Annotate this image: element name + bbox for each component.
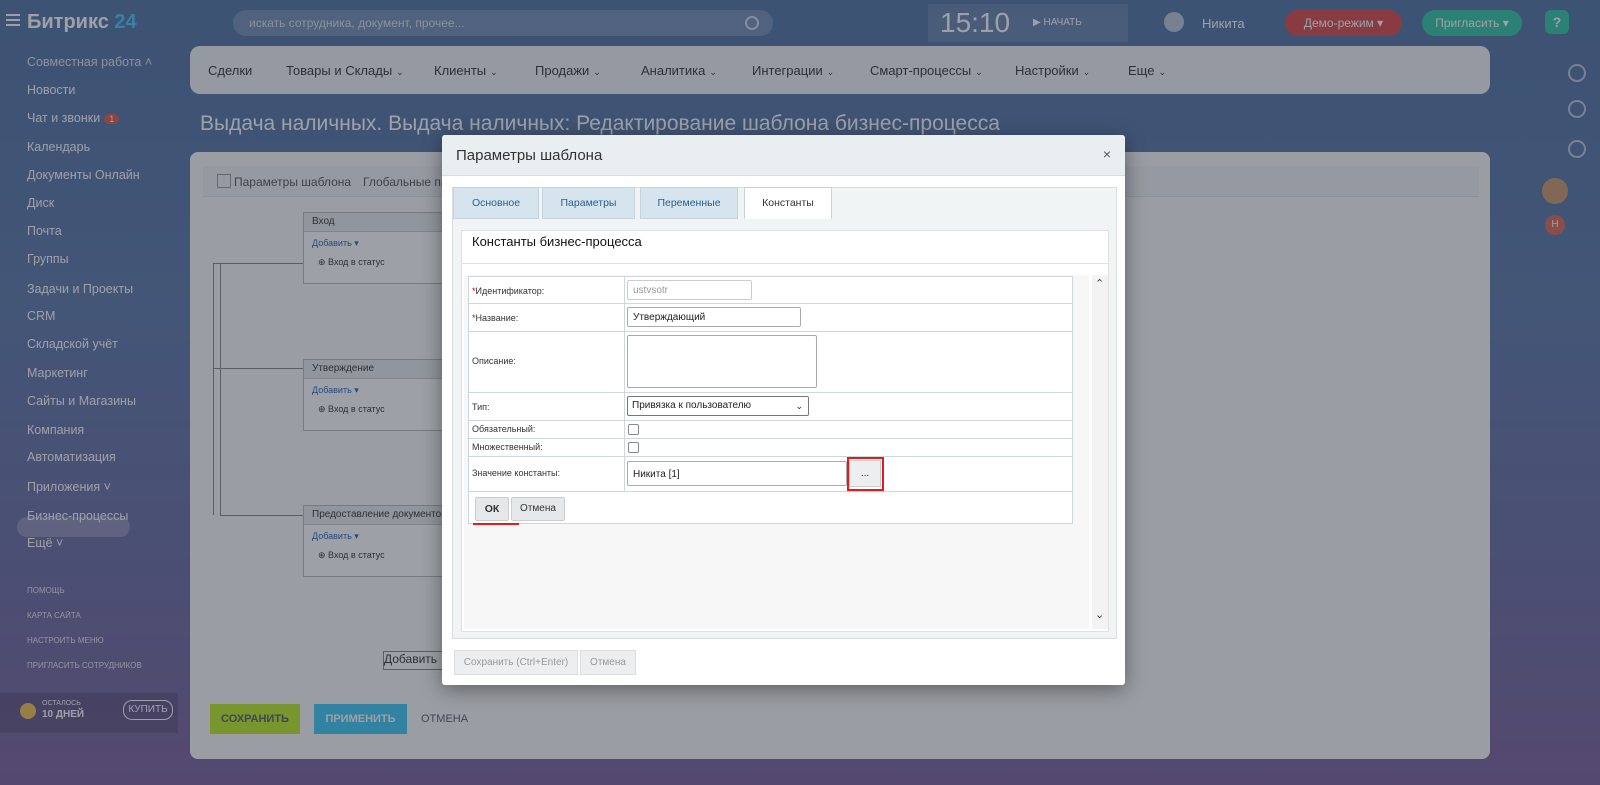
- multiple-checkbox[interactable]: [628, 442, 639, 453]
- cell-divider: [624, 439, 625, 456]
- dialog-title: Параметры шаблона: [456, 147, 603, 164]
- tab-constants[interactable]: Константы: [744, 187, 832, 219]
- scroll-down-icon[interactable]: ⌄: [1095, 608, 1104, 621]
- tab-variables[interactable]: Переменные: [640, 187, 738, 219]
- required-label: Обязательный:: [472, 424, 536, 434]
- cell-divider: [624, 421, 625, 438]
- type-select[interactable]: Привязка к пользователю ⌄: [627, 396, 809, 416]
- ok-button[interactable]: ОК: [475, 497, 509, 521]
- id-label: *Идентификатор:: [472, 286, 545, 296]
- form-row-required: Обязательный:: [469, 421, 1072, 439]
- constant-value-input[interactable]: Никита [1]: [627, 461, 847, 486]
- constants-scroll-area[interactable]: *Идентификатор: ustvsotr *Название: Утве…: [464, 275, 1089, 629]
- constant-form: *Идентификатор: ustvsotr *Название: Утве…: [468, 276, 1073, 525]
- chevron-down-icon: ⌄: [795, 401, 803, 411]
- tab-parameters[interactable]: Параметры: [542, 187, 635, 219]
- dialog-header: Параметры шаблона ×: [442, 135, 1125, 176]
- name-label: *Название:: [472, 313, 519, 323]
- form-row-type: Тип: Привязка к пользователю ⌄: [469, 393, 1072, 421]
- id-input[interactable]: ustvsotr: [627, 280, 752, 300]
- cell-divider: [624, 304, 625, 331]
- description-label: Описание:: [472, 356, 516, 366]
- dialog-tabs-area: Основное Параметры Переменные Константы …: [452, 187, 1117, 639]
- form-row-actions: ОК Отмена: [469, 492, 1072, 525]
- annotation-highlight-box: [847, 457, 884, 491]
- form-row-name: *Название: Утверждающий: [469, 304, 1072, 332]
- annotation-underline: [473, 523, 519, 525]
- form-row-value: Значение константы: Никита [1] ...: [469, 457, 1072, 492]
- form-row-multiple: Множественный:: [469, 439, 1072, 457]
- value-label: Значение константы:: [472, 468, 561, 478]
- cell-divider: [624, 332, 625, 392]
- dialog-save-button[interactable]: Сохранить (Ctrl+Enter): [454, 650, 578, 675]
- multiple-label: Множественный:: [472, 442, 543, 452]
- template-params-dialog: Параметры шаблона × Основное Параметры П…: [442, 135, 1125, 685]
- divider: [462, 263, 1108, 264]
- constants-panel: Константы бизнес-процесса *Идентификатор…: [461, 230, 1109, 632]
- cancel-button[interactable]: Отмена: [511, 497, 565, 521]
- form-row-id: *Идентификатор: ustvsotr: [469, 277, 1072, 304]
- panel-title: Константы бизнес-процесса: [472, 234, 642, 249]
- tab-main[interactable]: Основное: [453, 187, 539, 219]
- scrollbar[interactable]: ⌃ ⌄: [1092, 275, 1108, 629]
- type-label: Тип:: [472, 402, 490, 412]
- scroll-up-icon[interactable]: ⌃: [1095, 277, 1104, 290]
- required-checkbox[interactable]: [628, 424, 639, 435]
- cell-divider: [624, 277, 625, 303]
- close-icon[interactable]: ×: [1103, 146, 1111, 162]
- dialog-cancel-button[interactable]: Отмена: [580, 650, 636, 675]
- cell-divider: [624, 457, 625, 491]
- description-textarea[interactable]: [627, 335, 817, 388]
- form-row-description: Описание:: [469, 332, 1072, 393]
- cell-divider: [624, 393, 625, 420]
- name-input[interactable]: Утверждающий: [627, 307, 801, 327]
